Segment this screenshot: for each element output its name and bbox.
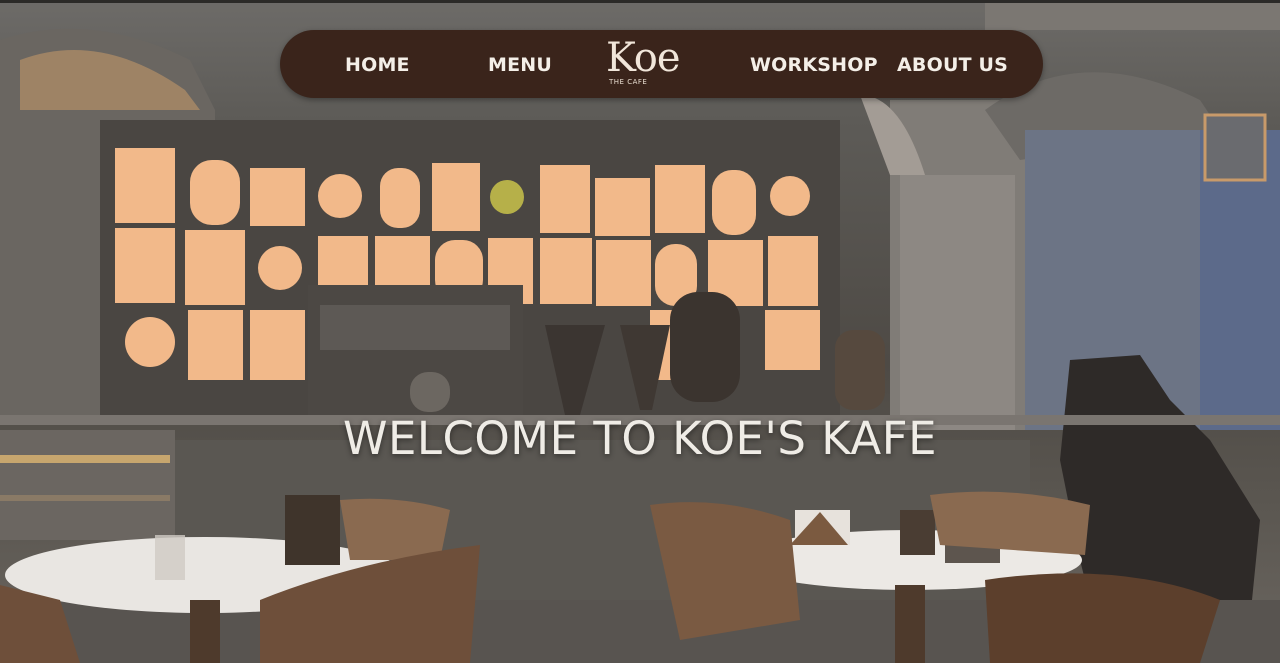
logo-text: Koe [606, 35, 681, 81]
hero-background-image [0, 0, 1280, 663]
logo-subtext: THE CAFE [609, 78, 648, 86]
top-border [0, 0, 1280, 3]
nav-link-workshop[interactable]: WORKSHOP [750, 30, 878, 98]
nav-link-about-us[interactable]: ABOUT US [897, 30, 1008, 98]
main-navbar: HOME MENU Koe THE CAFE WORKSHOP ABOUT US [280, 30, 1043, 98]
nav-link-menu[interactable]: MENU [488, 30, 552, 98]
koe-logo[interactable]: Koe THE CAFE [606, 35, 686, 87]
hero-heading: WELCOME TO KOE'S KAFE [342, 412, 938, 465]
nav-link-home[interactable]: HOME [345, 30, 410, 98]
cafe-interior-illustration [0, 0, 1280, 663]
